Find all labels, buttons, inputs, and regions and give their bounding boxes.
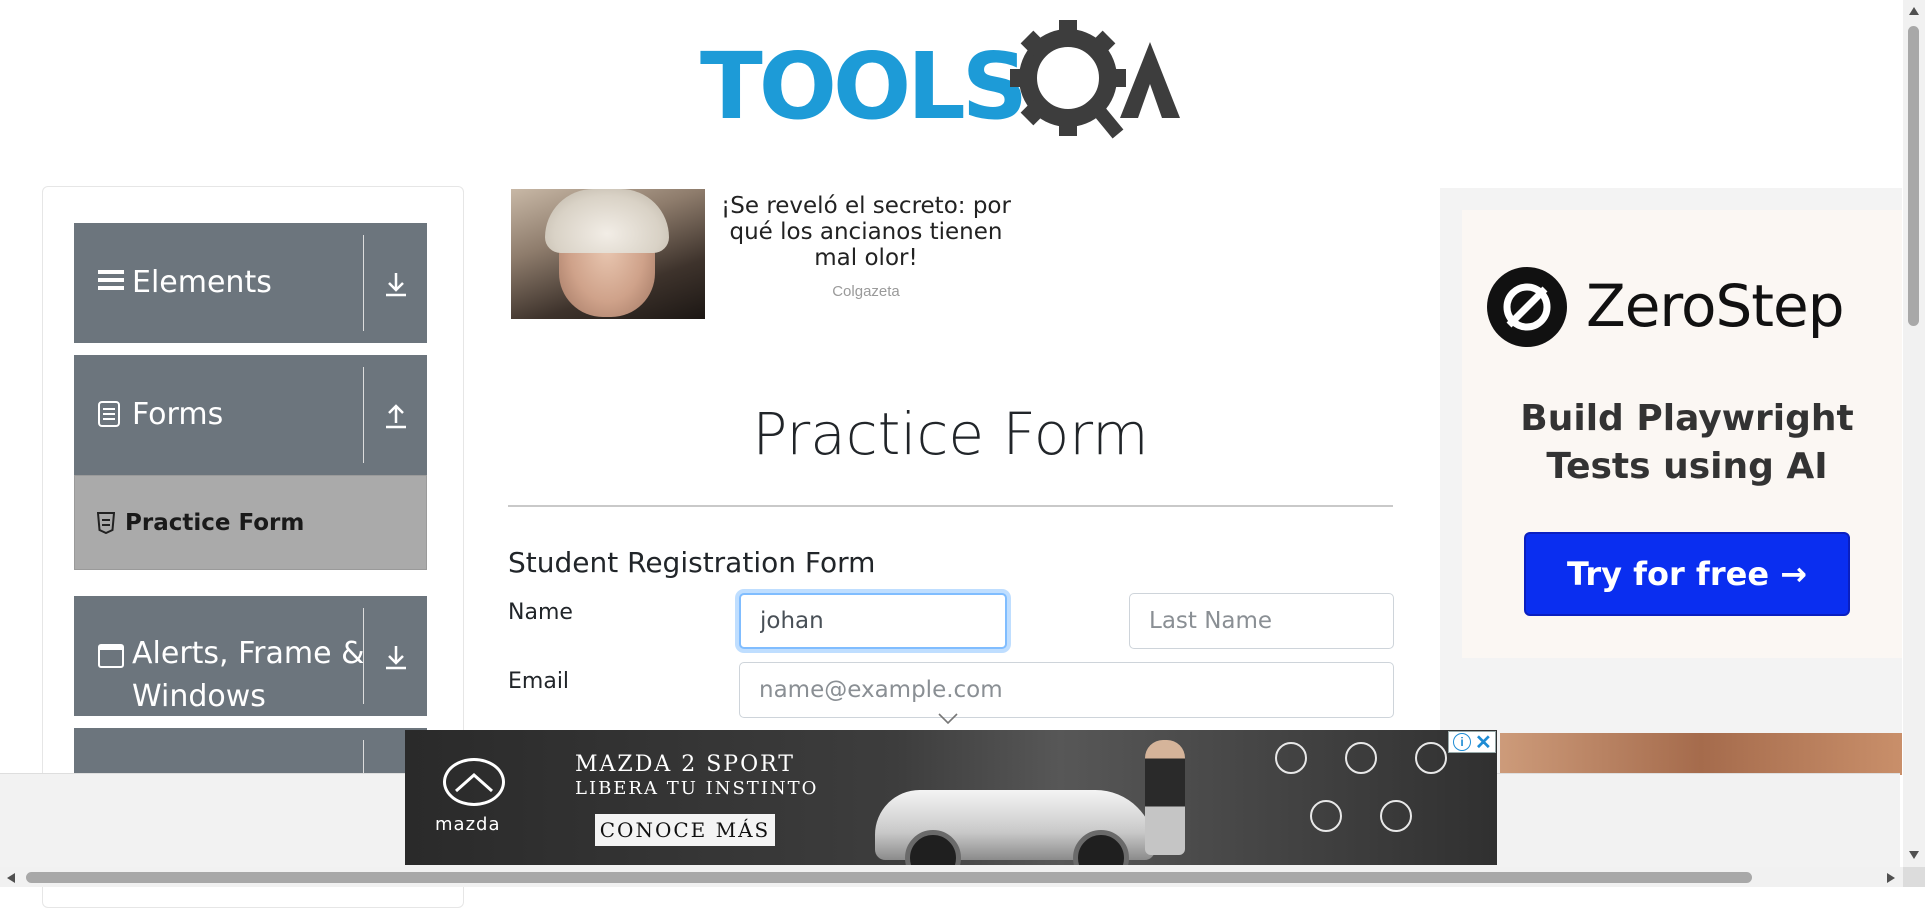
ad-image[interactable] xyxy=(511,189,705,319)
ad-headline: MAZDA 2 SPORT xyxy=(575,752,795,777)
scroll-left-icon[interactable] xyxy=(6,872,16,884)
ad-image[interactable] xyxy=(1500,733,1902,775)
download-icon[interactable] xyxy=(379,267,413,301)
ad-tagline: Build Playwright Tests using AI xyxy=(1520,398,1854,487)
sidebar-group-label: Alerts, Frame & xyxy=(132,636,365,671)
divider xyxy=(363,235,364,331)
sidebar-group-label: Forms xyxy=(132,397,224,432)
info-icon[interactable]: i xyxy=(1453,733,1471,751)
mazda-logo-icon xyxy=(443,758,505,806)
download-icon[interactable] xyxy=(379,640,413,674)
divider xyxy=(363,740,364,776)
email-input[interactable] xyxy=(739,662,1394,718)
name-label: Name xyxy=(508,600,573,625)
form-heading: Student Registration Form xyxy=(508,546,876,579)
scroll-right-icon[interactable] xyxy=(1886,872,1896,884)
mazda-banner-ad[interactable]: mazda MAZDA 2 SPORT LIBERA TU INSTINTO C… xyxy=(405,730,1497,865)
first-name-input[interactable] xyxy=(739,593,1007,649)
sidebar-group-elements[interactable]: Elements xyxy=(74,223,427,343)
page-title: Practice Form xyxy=(752,400,1149,468)
native-ad[interactable]: ¡Se reveló el secreto: por qué los ancia… xyxy=(511,189,1031,319)
scroll-thumb[interactable] xyxy=(1908,26,1919,326)
svg-text:TOOLS: TOOLS xyxy=(700,33,1024,140)
sidebar-group-label-line2: Windows xyxy=(132,679,266,714)
upload-icon[interactable] xyxy=(379,399,413,433)
zerostep-logo-icon xyxy=(1487,267,1567,347)
ad-subline: LIBERA TU INSTINTO xyxy=(575,778,819,799)
feature-icon xyxy=(1380,800,1412,832)
ad-brand: mazda xyxy=(435,814,501,835)
divider xyxy=(363,608,364,704)
close-icon[interactable]: ✕ xyxy=(1475,730,1492,755)
sidebar-group-label: Elements xyxy=(132,265,272,300)
html5-icon xyxy=(96,512,116,539)
ad-brand: ZeroStep xyxy=(1586,272,1845,340)
sidebar-group-alerts[interactable]: Alerts, Frame & Windows xyxy=(74,596,427,716)
toolsqa-logo[interactable]: TOOLS xyxy=(700,20,1200,140)
last-name-input[interactable] xyxy=(1129,593,1394,649)
person-image xyxy=(1145,740,1185,855)
scrollbar-corner xyxy=(1903,867,1925,887)
try-for-free-button[interactable]: Try for free → xyxy=(1524,532,1850,616)
divider xyxy=(508,505,1393,507)
conoce-mas-button[interactable]: CONOCE MÁS xyxy=(595,814,775,846)
email-label: Email xyxy=(508,669,570,694)
feature-icon xyxy=(1275,742,1307,774)
ad-headline[interactable]: ¡Se reveló el secreto: por qué los ancia… xyxy=(716,193,1016,271)
ad-choices[interactable]: i ✕ xyxy=(1448,730,1496,755)
right-ad[interactable]: ZeroStep Build Playwright Tests using AI… xyxy=(1462,210,1902,658)
feature-icon xyxy=(1345,742,1377,774)
scroll-up-icon[interactable] xyxy=(1908,6,1920,16)
divider xyxy=(363,367,364,463)
ad-source: Colgazeta xyxy=(832,283,900,300)
horizontal-scrollbar[interactable] xyxy=(0,867,1903,887)
scroll-thumb[interactable] xyxy=(26,872,1752,883)
sidebar-item-label: Practice Form xyxy=(125,510,305,536)
scroll-down-icon[interactable] xyxy=(1908,850,1920,860)
hamburger-icon xyxy=(98,267,124,298)
feature-icon xyxy=(1310,800,1342,832)
feature-icon xyxy=(1415,742,1447,774)
sidebar-item-practice-form[interactable]: Practice Form xyxy=(74,475,427,570)
sidebar-group-forms[interactable]: Forms xyxy=(74,355,427,475)
chevron-down-icon[interactable] xyxy=(938,712,958,730)
vertical-scrollbar[interactable] xyxy=(1903,0,1925,867)
document-icon xyxy=(98,401,120,432)
window-icon xyxy=(98,644,124,673)
